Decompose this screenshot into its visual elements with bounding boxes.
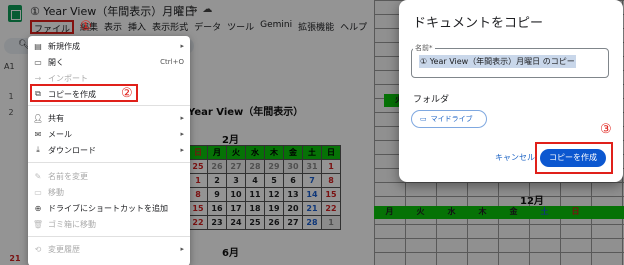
annotation-marker: ① — [80, 19, 92, 34]
name-field-value[interactable]: ① Year View（年間表示）月曜日 のコピー — [419, 55, 576, 68]
copy-document-dialog: ドキュメントをコピー 名前* ① Year View（年間表示）月曜日 のコピー… — [399, 0, 623, 182]
menu-item-download[interactable]: ⤓ ダウンロード ▸ — [28, 142, 190, 158]
menu-item-share[interactable]: 👤︎ 共有 ▸ — [28, 110, 190, 126]
history-icon: ⟲ — [34, 244, 42, 254]
drive-shortcut-icon: ⊕ — [34, 203, 42, 213]
mail-icon: ✉ — [34, 129, 42, 139]
folder-label: フォルダ — [413, 95, 450, 105]
menu-item-open[interactable]: ▭ 開く Ctrl+O — [28, 54, 190, 70]
menu-item-add-shortcut[interactable]: ⊕ ドライブにショートカットを追加 — [28, 200, 190, 216]
folder-chip-my-drive[interactable]: ▭ マイドライブ — [411, 110, 487, 128]
menu-item-email[interactable]: ✉ メール ▸ — [28, 126, 190, 142]
download-icon: ⤓ — [36, 145, 40, 154]
menu-item-new[interactable]: ▤ 新規作成 ▸ — [28, 38, 190, 54]
menu-divider — [28, 105, 190, 106]
menu-divider — [28, 236, 190, 237]
menu-item-version-history[interactable]: ⟲ 変更履歴 ▸ — [28, 241, 190, 257]
file-menu-dropdown: ▤ 新規作成 ▸ ▭ 開く Ctrl+O → インポート ⧉ コピーを作成 👤︎… — [28, 36, 190, 265]
folder-icon: ▭ — [34, 57, 42, 67]
folder-chip-label: マイドライブ — [430, 115, 473, 123]
annotation-marker: ② — [121, 86, 133, 101]
highlight-box-copy-button — [535, 142, 613, 174]
name-field-label: 名前* — [413, 43, 435, 53]
import-icon: → — [34, 73, 42, 83]
pencil-icon: ✎ — [34, 171, 42, 181]
menu-item-move[interactable]: ▭ 移動 — [28, 184, 190, 200]
trash-icon: 🗑︎ — [32, 219, 44, 229]
new-doc-icon: ▤ — [34, 41, 42, 51]
cancel-button[interactable]: キャンセル — [495, 152, 535, 163]
menu-divider — [28, 162, 190, 163]
menu-item-rename[interactable]: ✎ 名前を変更 — [28, 168, 190, 184]
dialog-title: ドキュメントをコピー — [413, 16, 544, 31]
folder-icon: ▭ — [420, 115, 427, 123]
menu-item-trash[interactable]: 🗑︎ ゴミ箱に移動 — [28, 216, 190, 232]
person-add-icon: 👤︎ — [32, 113, 44, 123]
annotation-marker: ③ — [600, 122, 612, 137]
move-icon: ▭ — [34, 187, 42, 197]
